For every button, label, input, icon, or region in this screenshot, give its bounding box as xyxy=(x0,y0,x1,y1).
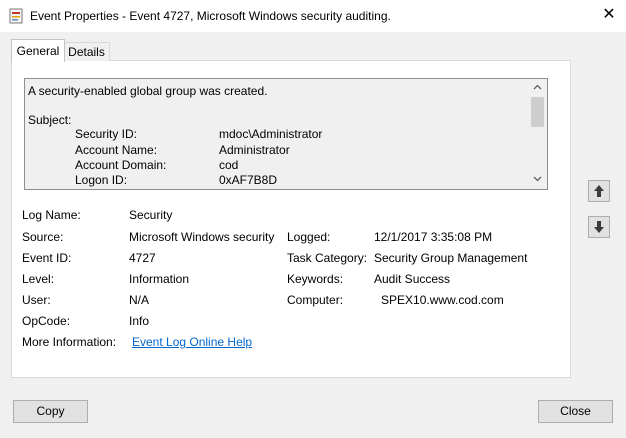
opcode-label: OpCode: xyxy=(22,314,71,328)
copy-button[interactable]: Copy xyxy=(13,400,88,423)
logon-id-value: 0xAF7B8D xyxy=(219,173,278,187)
scroll-down-icon[interactable] xyxy=(529,171,545,187)
user-label: User: xyxy=(22,293,51,307)
account-name-label: Account Name: xyxy=(75,143,158,157)
account-name-value: Administrator xyxy=(219,143,290,157)
tab-general[interactable]: General xyxy=(11,39,65,62)
next-event-button[interactable] xyxy=(588,216,610,238)
close-icon[interactable]: ✕ xyxy=(596,2,622,28)
event-summary: A security-enabled global group was crea… xyxy=(28,84,268,98)
keywords-value: Audit Success xyxy=(374,272,451,286)
event-log-online-help-link[interactable]: Event Log Online Help xyxy=(132,335,252,349)
security-id-value: mdoc\Administrator xyxy=(219,127,323,141)
level-label: Level: xyxy=(22,272,55,286)
user-value: N/A xyxy=(129,293,150,307)
source-label: Source: xyxy=(22,230,64,244)
event-viewer-icon xyxy=(9,8,23,24)
tab-details[interactable]: Details xyxy=(63,42,110,61)
opcode-value: Info xyxy=(129,314,150,328)
close-button[interactable]: Close xyxy=(538,400,613,423)
scroll-up-icon[interactable] xyxy=(529,79,545,95)
computer-label: Computer: xyxy=(287,293,344,307)
logged-value: 12/1/2017 3:35:08 PM xyxy=(374,230,493,244)
logged-label: Logged: xyxy=(287,230,331,244)
security-id-label: Security ID: xyxy=(75,127,138,141)
task-category-value: Security Group Management xyxy=(374,251,528,265)
account-domain-label: Account Domain: xyxy=(75,158,167,172)
event-id-label: Event ID: xyxy=(22,251,72,265)
log-name-value: Security xyxy=(129,208,173,222)
window-title: Event Properties - Event 4727, Microsoft… xyxy=(30,9,391,23)
scroll-thumb[interactable] xyxy=(531,97,544,127)
source-value: Microsoft Windows security xyxy=(129,230,275,244)
more-information-label: More Information: xyxy=(22,335,117,349)
task-category-label: Task Category: xyxy=(287,251,368,265)
arrow-up-icon xyxy=(594,185,604,197)
logon-id-label: Logon ID: xyxy=(75,173,128,187)
keywords-label: Keywords: xyxy=(287,272,344,286)
arrow-down-icon xyxy=(594,221,604,233)
log-name-label: Log Name: xyxy=(22,208,81,222)
previous-event-button[interactable] xyxy=(588,180,610,202)
event-description-box[interactable]: A security-enabled global group was crea… xyxy=(24,78,548,190)
computer-value: SPEX10.www.cod.com xyxy=(381,293,504,307)
level-value: Information xyxy=(129,272,190,286)
event-id-value: 4727 xyxy=(129,251,156,265)
account-domain-value: cod xyxy=(219,158,239,172)
subject-label: Subject: xyxy=(28,113,72,127)
